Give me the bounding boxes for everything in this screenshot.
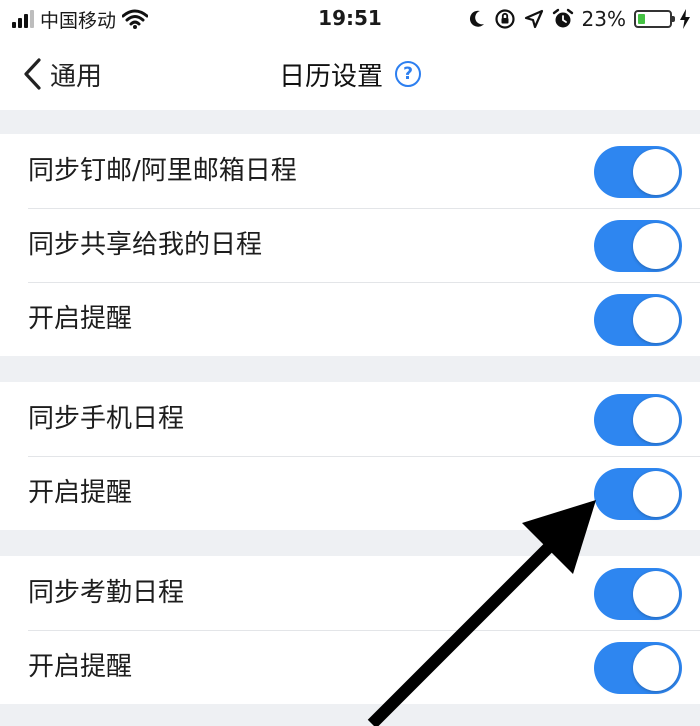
navigation-bar: 通用 日历设置 ? [0, 38, 700, 110]
setting-row: 开启提醒 [0, 282, 700, 356]
setting-label: 同步钉邮/阿里邮箱日程 [28, 156, 297, 186]
setting-row: 同步手机日程 [0, 382, 700, 456]
battery-icon [634, 10, 675, 28]
settings-group-attendance: 同步考勤日程 开启提醒 [0, 556, 700, 704]
alarm-icon [552, 8, 573, 28]
nav-title-wrap: 日历设置 ? [0, 52, 700, 96]
setting-label: 开启提醒 [28, 304, 133, 334]
battery-percent: 23% [581, 7, 626, 31]
toggle-knob [633, 471, 679, 517]
setting-label: 同步考勤日程 [28, 578, 185, 608]
toggle-knob [633, 223, 679, 269]
help-icon[interactable]: ? [395, 61, 421, 87]
setting-label: 同步共享给我的日程 [28, 230, 263, 260]
charging-icon [680, 9, 690, 29]
mail-reminder-toggle[interactable] [594, 294, 682, 346]
toggle-knob [633, 297, 679, 343]
sync-mail-toggle[interactable] [594, 146, 682, 198]
status-right: 23% [468, 6, 690, 32]
setting-row: 同步钉邮/阿里邮箱日程 [0, 134, 700, 208]
toggle-knob [633, 397, 679, 443]
sync-shared-toggle[interactable] [594, 220, 682, 272]
page-title: 日历设置 [278, 61, 383, 92]
location-icon [524, 9, 543, 29]
toggle-knob [633, 571, 679, 617]
settings-group-mail: 同步钉邮/阿里邮箱日程 同步共享给我的日程 开启提醒 [0, 134, 700, 356]
toggle-knob [633, 149, 679, 195]
rotation-lock-icon [494, 9, 515, 29]
setting-row: 同步考勤日程 [0, 556, 700, 630]
battery-fill [638, 14, 645, 24]
status-bar: 中国移动 19:51 23% [0, 0, 700, 38]
setting-row: 同步共享给我的日程 [0, 208, 700, 282]
setting-row: 开启提醒 [0, 630, 700, 704]
moon-icon [469, 10, 484, 27]
setting-label: 开启提醒 [28, 478, 133, 508]
sync-attendance-toggle[interactable] [594, 568, 682, 620]
sync-phone-toggle[interactable] [594, 394, 682, 446]
setting-row: 开启提醒 [0, 456, 700, 530]
setting-label: 开启提醒 [28, 652, 133, 682]
setting-label: 同步手机日程 [28, 404, 185, 434]
phone-reminder-toggle[interactable] [594, 468, 682, 520]
attendance-reminder-toggle[interactable] [594, 642, 682, 694]
settings-group-phone: 同步手机日程 开启提醒 [0, 382, 700, 530]
toggle-knob [633, 645, 679, 691]
